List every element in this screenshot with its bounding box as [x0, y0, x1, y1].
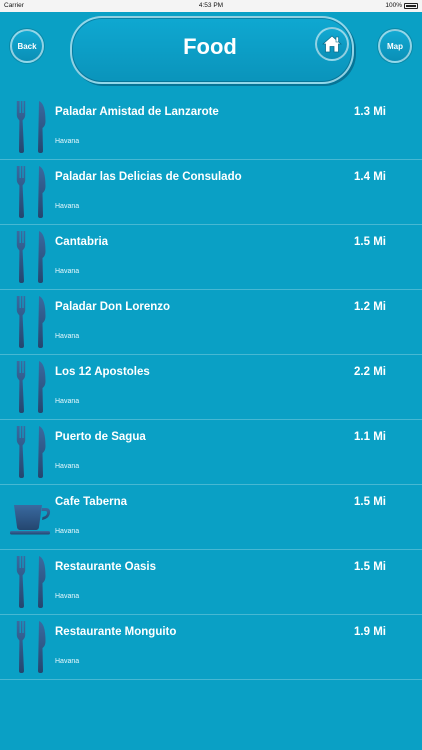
place-name: Restaurante Oasis [55, 561, 156, 573]
fork-knife-icon [14, 426, 50, 478]
fork-knife-icon [14, 296, 50, 348]
place-distance: 1.5 Mi [354, 496, 386, 508]
list-item[interactable]: Restaurante Oasis Havana 1.5 Mi [0, 550, 422, 615]
place-distance: 1.1 Mi [354, 431, 386, 443]
home-icon [322, 35, 342, 53]
list-item[interactable]: Restaurante Monguito Havana 1.9 Mi [0, 615, 422, 680]
place-name: Restaurante Monguito [55, 626, 177, 638]
fork-knife-icon [14, 621, 50, 673]
place-city: Havana [55, 593, 80, 600]
list-item[interactable]: Paladar Amistad de Lanzarote Havana 1.3 Mi [0, 95, 422, 160]
place-city: Havana [55, 658, 80, 665]
place-distance: 1.3 Mi [354, 106, 386, 118]
place-name: Paladar Amistad de Lanzarote [55, 106, 219, 118]
place-name: Puerto de Sagua [55, 431, 146, 443]
battery-percent: 100% [385, 2, 402, 9]
place-city: Havana [55, 333, 80, 340]
place-name: Paladar las Delicias de Consulado [55, 171, 242, 183]
map-button[interactable]: Map [378, 29, 412, 63]
place-city: Havana [55, 463, 80, 470]
fork-knife-icon [14, 361, 50, 413]
place-city: Havana [55, 268, 80, 275]
list-item[interactable]: Cantabria Havana 1.5 Mi [0, 225, 422, 290]
place-city: Havana [55, 398, 80, 405]
nav-bar: Back Food Map [0, 12, 422, 94]
coffee-cup-icon [10, 495, 51, 547]
home-button[interactable] [315, 27, 349, 61]
place-city: Havana [55, 528, 80, 535]
status-bar: Carrier 4:53 PM 100% [0, 0, 422, 12]
places-list: Paladar Amistad de Lanzarote Havana 1.3 Mi… [0, 95, 422, 680]
fork-knife-icon [14, 166, 50, 218]
place-name: Paladar Don Lorenzo [55, 301, 171, 313]
back-button[interactable]: Back [10, 29, 44, 63]
place-distance: 1.9 Mi [354, 626, 386, 638]
place-name: Cafe Taberna [55, 496, 128, 508]
place-distance: 1.5 Mi [354, 236, 386, 248]
page-title: Food [183, 34, 237, 59]
place-distance: 1.5 Mi [354, 561, 386, 573]
list-item[interactable]: Cafe Taberna Havana 1.5 Mi [0, 485, 422, 550]
place-city: Havana [55, 203, 80, 210]
list-item[interactable]: Puerto de Sagua Havana 1.1 Mi [0, 420, 422, 485]
place-distance: 2.2 Mi [354, 366, 386, 378]
list-item[interactable]: Los 12 Apostoles Havana 2.2 Mi [0, 355, 422, 420]
list-item[interactable]: Paladar las Delicias de Consulado Havana 1… [0, 160, 422, 225]
fork-knife-icon [14, 101, 50, 153]
battery-indicator: 100% [385, 2, 418, 9]
fork-knife-icon [14, 231, 50, 283]
place-distance: 1.2 Mi [354, 301, 386, 313]
battery-icon [404, 2, 418, 9]
place-name: Los 12 Apostoles [55, 366, 150, 378]
list-item[interactable]: Paladar Don Lorenzo Havana 1.2 Mi [0, 290, 422, 355]
fork-knife-icon [14, 556, 50, 608]
place-name: Cantabria [55, 236, 109, 248]
status-time: 4:53 PM [198, 2, 224, 9]
place-city: Havana [55, 138, 80, 145]
place-distance: 1.4 Mi [354, 171, 386, 183]
